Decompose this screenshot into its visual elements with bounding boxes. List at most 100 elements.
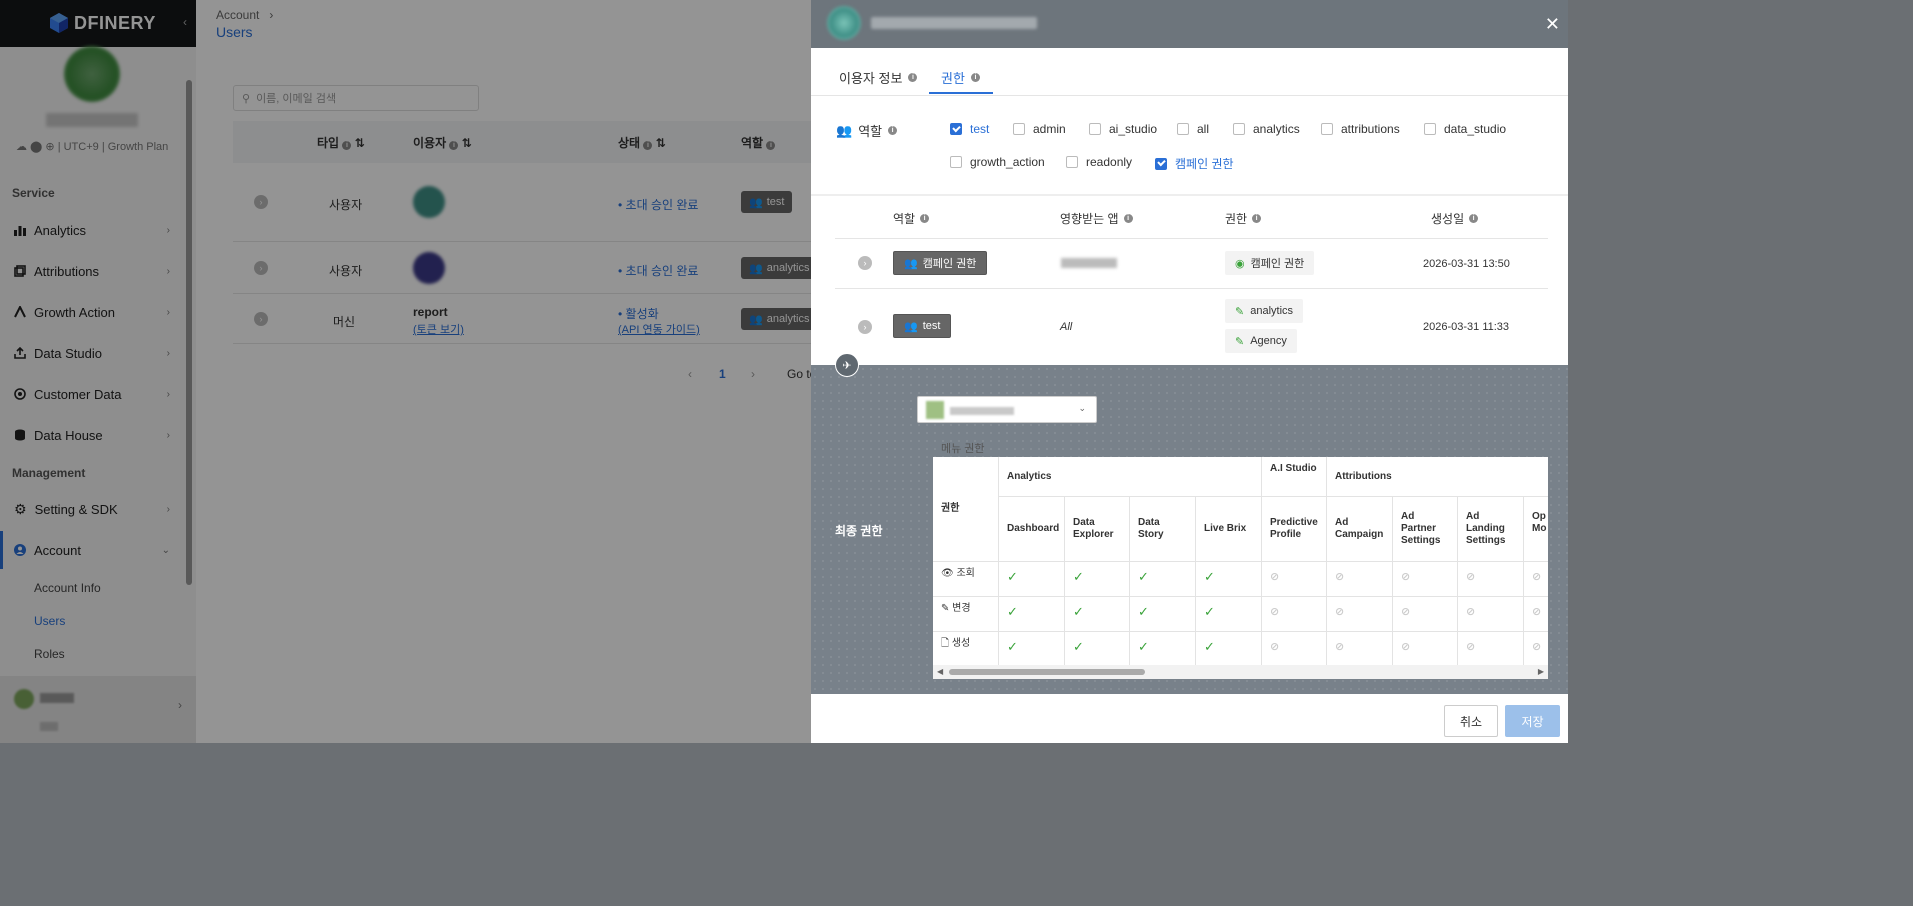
grant-expand-icon[interactable]: › bbox=[858, 320, 872, 334]
row-status-text: 초대 승인 완료 bbox=[625, 264, 699, 278]
pencil-icon: ✎ bbox=[1235, 335, 1245, 348]
checkbox[interactable] bbox=[950, 156, 962, 168]
horizontal-scrollbar[interactable]: ◀ ▶ bbox=[933, 665, 1548, 679]
checkbox[interactable] bbox=[1233, 123, 1245, 135]
nav-setting-sdk[interactable]: ⚙ Setting & SDK › bbox=[0, 490, 184, 528]
grant-permission-chip: ✎ Agency bbox=[1225, 329, 1297, 353]
nav-analytics[interactable]: Analytics › bbox=[0, 211, 184, 249]
row-status: • 활성화 bbox=[618, 307, 659, 321]
tab-user-info[interactable]: 이용자 정보 i bbox=[839, 68, 918, 87]
divider bbox=[835, 288, 1548, 289]
prev-page-icon[interactable]: ‹ bbox=[688, 367, 692, 381]
current-user[interactable]: › bbox=[0, 676, 196, 743]
col-user[interactable]: 이용자 i ⇅ bbox=[413, 134, 472, 151]
col-predictive-profile: Predictive Profile bbox=[1262, 497, 1327, 562]
save-button[interactable]: 저장 bbox=[1505, 705, 1560, 737]
checkbox[interactable] bbox=[1177, 123, 1189, 135]
nav-growth-action[interactable]: Growth Action › bbox=[0, 293, 184, 331]
checkbox-label: admin bbox=[1033, 122, 1066, 136]
not-allowed-icon: ⊘ bbox=[1458, 597, 1524, 632]
grant-expand-icon[interactable]: › bbox=[858, 256, 872, 270]
grant-app: All bbox=[1060, 321, 1073, 333]
col-type[interactable]: 타입 i ⇅ bbox=[317, 134, 365, 151]
not-allowed-icon: ⊘ bbox=[1327, 562, 1393, 597]
role-checkbox-campaign[interactable]: 캠페인 권한 bbox=[1155, 155, 1234, 172]
tab-permission[interactable]: 권한 i bbox=[941, 68, 980, 87]
page-number[interactable]: 1 bbox=[719, 367, 726, 381]
grant-role-badge[interactable]: 👥 캠페인 권한 bbox=[893, 251, 988, 275]
layers-icon bbox=[14, 265, 26, 277]
row-divider bbox=[233, 293, 813, 294]
nav-data-studio[interactable]: Data Studio › bbox=[0, 334, 184, 372]
check-icon: ✓ bbox=[999, 632, 1065, 667]
checkbox[interactable] bbox=[1089, 123, 1101, 135]
checkbox-label: analytics bbox=[1253, 122, 1300, 136]
nav-attributions[interactable]: Attributions › bbox=[0, 252, 184, 290]
row-expand-icon[interactable]: › bbox=[254, 312, 268, 326]
grant-col-app: 영향받는 앱i bbox=[1060, 210, 1133, 227]
next-page-icon[interactable]: › bbox=[751, 367, 755, 381]
checkbox[interactable] bbox=[1155, 157, 1167, 170]
role-checkbox-growth-action[interactable]: growth_action bbox=[950, 155, 1045, 169]
scroll-right-icon[interactable]: ▶ bbox=[1538, 667, 1544, 676]
file-plus-icon: 🗋 bbox=[941, 638, 950, 649]
role-checkbox-admin[interactable]: admin bbox=[1013, 122, 1066, 136]
nav-label: Growth Action bbox=[34, 304, 115, 320]
checkbox[interactable] bbox=[1321, 123, 1333, 135]
col-status[interactable]: 상태 i ⇅ bbox=[618, 134, 666, 151]
close-icon[interactable]: ✕ bbox=[1545, 14, 1560, 35]
role-checkbox-ai-studio[interactable]: ai_studio bbox=[1089, 122, 1157, 136]
api-guide-link[interactable]: (API 연동 가이드) bbox=[618, 321, 700, 337]
check-icon: ✓ bbox=[1196, 597, 1262, 632]
scroll-thumb[interactable] bbox=[949, 669, 1145, 675]
role-checkbox-data-studio[interactable]: data_studio bbox=[1424, 122, 1506, 136]
checkbox[interactable] bbox=[950, 123, 962, 135]
search-input[interactable]: ⚲ 이름, 이메일 검색 bbox=[233, 85, 479, 111]
col-role[interactable]: 역할 i bbox=[741, 134, 776, 151]
group-attributions: Attributions bbox=[1327, 457, 1548, 497]
permission-matrix: 권한 Analytics A.I Studio Attributions Das… bbox=[933, 457, 1548, 679]
affected-app-redacted bbox=[1061, 258, 1117, 268]
users-icon: 👥 bbox=[749, 313, 763, 326]
token-link[interactable]: (토큰 보기) bbox=[413, 321, 464, 337]
row-status: • 초대 승인 완료 bbox=[618, 264, 699, 278]
checkbox[interactable] bbox=[1066, 156, 1078, 168]
nav-customer-data[interactable]: Customer Data › bbox=[0, 375, 184, 413]
role-checkbox-analytics[interactable]: analytics bbox=[1233, 122, 1300, 136]
nav-roles[interactable]: Roles bbox=[34, 647, 65, 661]
pin-icon[interactable]: ✈ bbox=[835, 353, 859, 377]
nav-data-house[interactable]: Data House › bbox=[0, 416, 184, 454]
not-allowed-icon: ⊘ bbox=[1393, 562, 1458, 597]
app-select[interactable]: ⌄ bbox=[917, 396, 1097, 423]
breadcrumb[interactable]: Account › bbox=[216, 8, 273, 22]
target-icon bbox=[14, 388, 26, 400]
row-expand-icon[interactable]: › bbox=[254, 261, 268, 275]
chevron-down-icon: ⌄ bbox=[161, 544, 170, 556]
role-checkbox-all[interactable]: all bbox=[1177, 122, 1209, 136]
user-avatar bbox=[413, 186, 445, 218]
checkbox[interactable] bbox=[1013, 123, 1025, 135]
org-meta-text: UTC+9 | Growth Plan bbox=[63, 141, 169, 153]
dfinery-logo[interactable]: DFINERY bbox=[48, 12, 156, 34]
nav-label: Analytics bbox=[34, 222, 87, 238]
row-role-text: analytics bbox=[766, 262, 810, 274]
nav-users[interactable]: Users bbox=[34, 614, 65, 628]
nav-account-info[interactable]: Account Info bbox=[34, 581, 101, 595]
logo-icon bbox=[50, 13, 68, 33]
sidebar-scrollbar[interactable] bbox=[186, 80, 192, 585]
permission-text: analytics bbox=[1250, 305, 1294, 317]
nav-label: Data House bbox=[34, 427, 103, 443]
col-ad-landing-settings: Ad Landing Settings bbox=[1458, 497, 1524, 562]
checkbox[interactable] bbox=[1424, 123, 1436, 135]
role-checkbox-test[interactable]: test bbox=[950, 122, 989, 136]
grant-role-badge[interactable]: 👥 test bbox=[893, 314, 952, 338]
cancel-button[interactable]: 취소 bbox=[1444, 705, 1498, 737]
collapse-sidebar-icon[interactable]: ‹ bbox=[183, 15, 187, 29]
breadcrumb-account[interactable]: Account bbox=[216, 8, 259, 22]
role-checkbox-readonly[interactable]: readonly bbox=[1066, 155, 1132, 169]
nav-account[interactable]: Account ⌄ bbox=[0, 531, 184, 569]
matrix-row-header: 권한 bbox=[933, 457, 999, 562]
row-expand-icon[interactable]: › bbox=[254, 195, 268, 209]
role-checkbox-attributions[interactable]: attributions bbox=[1321, 122, 1400, 136]
scroll-left-icon[interactable]: ◀ bbox=[937, 667, 943, 676]
